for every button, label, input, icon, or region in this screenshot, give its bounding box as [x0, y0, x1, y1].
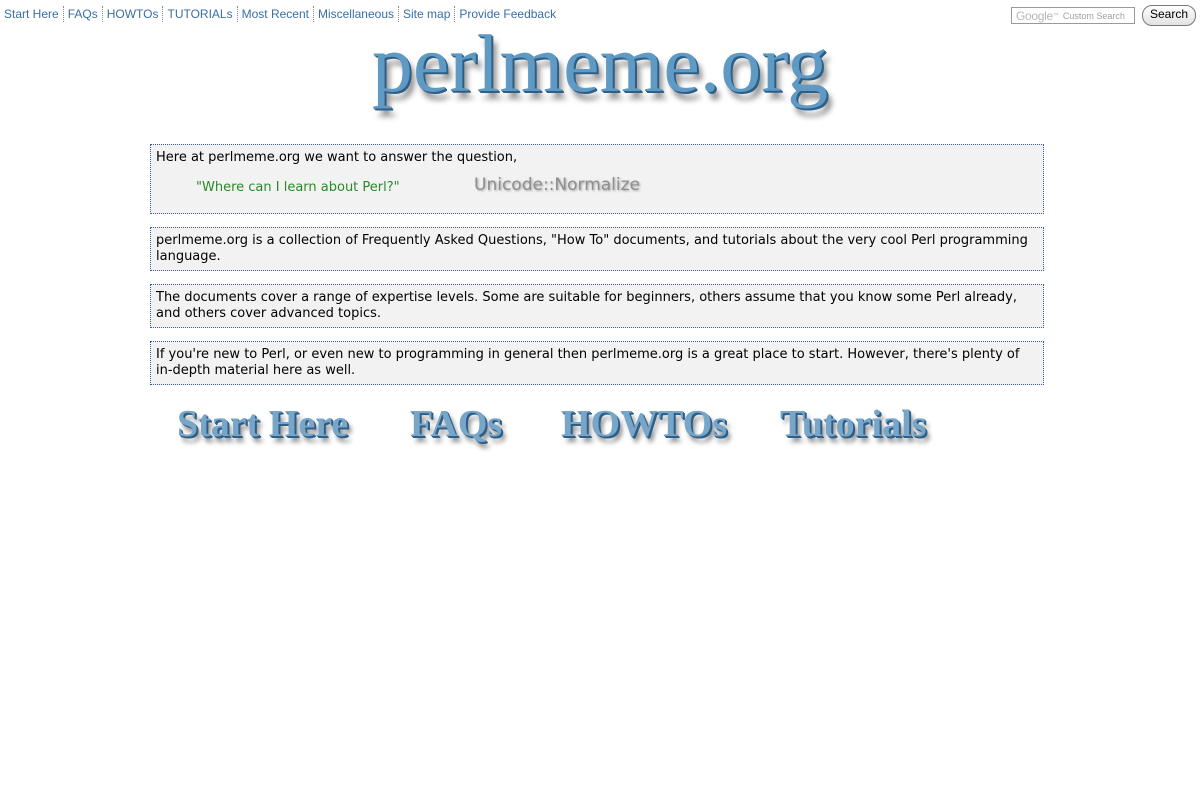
nav-link-howtos[interactable]: HOWTOs	[103, 6, 164, 22]
paragraph-text: If you're new to Perl, or even new to pr…	[156, 347, 1020, 378]
intro-text: Here at perlmeme.org we want to answer t…	[156, 150, 518, 165]
paragraph-expertise: The documents cover a range of expertise…	[150, 284, 1044, 328]
big-link-faqs[interactable]: FAQs	[410, 400, 502, 448]
nav-link-faqs[interactable]: FAQs	[64, 6, 103, 22]
nav-link-most-recent[interactable]: Most Recent	[238, 6, 314, 22]
search-form: Google ™ Custom Search Search	[1010, 5, 1196, 26]
google-watermark: Google	[1015, 8, 1053, 23]
trademark-mark: ™	[1052, 12, 1059, 19]
nav-link-start-here[interactable]: Start Here	[4, 6, 64, 22]
paragraph-text: The documents cover a range of expertise…	[156, 290, 1017, 321]
intro-quote: "Where can I learn about Perl?"	[196, 180, 400, 195]
paragraph-beginners: If you're new to Perl, or even new to pr…	[150, 341, 1044, 385]
nav-link-tutorials[interactable]: TUTORIALs	[163, 6, 238, 22]
module-name: Unicode::Normalize	[474, 175, 641, 195]
paragraph-text: perlmeme.org is a collection of Frequent…	[156, 233, 1028, 264]
intro-box: Here at perlmeme.org we want to answer t…	[150, 144, 1044, 214]
big-link-tutorials[interactable]: Tutorials	[780, 400, 926, 448]
big-link-start-here[interactable]: Start Here	[177, 400, 348, 448]
paragraph-collection: perlmeme.org is a collection of Frequent…	[150, 227, 1044, 271]
big-link-howtos[interactable]: HOWTOs	[561, 400, 727, 448]
search-input[interactable]: Google ™ Custom Search	[1010, 7, 1135, 24]
search-button[interactable]: Search	[1141, 5, 1196, 26]
custom-search-watermark: Custom Search	[1062, 10, 1125, 21]
site-logo[interactable]: perlmeme.org	[330, 14, 870, 114]
